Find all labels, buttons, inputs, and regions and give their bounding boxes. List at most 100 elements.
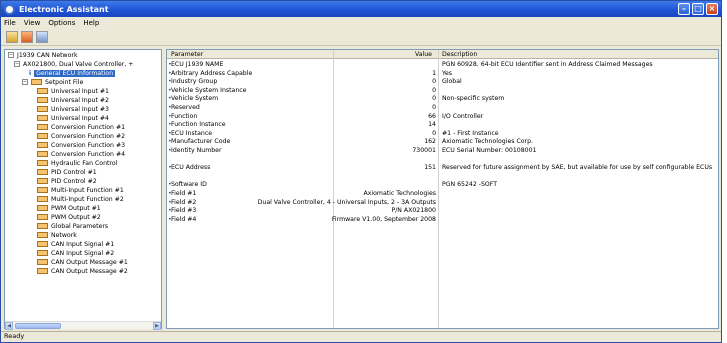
tree-item-label: CAN Output Message #1 xyxy=(51,258,128,266)
description-cell: PGN 65242 -SOFT xyxy=(442,181,498,189)
menu-view[interactable]: View xyxy=(24,19,41,27)
tree-node-setpoint-item[interactable]: PID Control #2 xyxy=(37,177,97,185)
tree-item-label: PWM Output #2 xyxy=(51,213,101,221)
table-row[interactable]: • Field #2 Dual Valve Controller, 4 - Univ… xyxy=(167,198,718,208)
setpoint-icon xyxy=(37,232,48,238)
collapse-icon[interactable]: − xyxy=(8,52,14,58)
title-bar[interactable]: Electronic Assistant – □ × xyxy=(1,1,721,17)
table-row[interactable]: • Software ID PGN 65242 -SOFT xyxy=(167,181,718,190)
value-cell: 0 xyxy=(432,86,436,94)
tree-node-setpoint-item[interactable]: CAN Output Message #1 xyxy=(37,258,128,266)
tree-node-setpoint-item[interactable]: Conversion Function #4 xyxy=(37,150,125,158)
open-icon[interactable] xyxy=(6,30,18,43)
parameter-cell: Reserved xyxy=(171,104,200,111)
tree-node-setpoint-item[interactable]: Universal Input #3 xyxy=(37,105,109,113)
table-row[interactable]: • Vehicle System 0 Non-specific system xyxy=(167,95,718,104)
tree-node-setpoint-item[interactable]: CAN Input Signal #2 xyxy=(37,249,114,257)
setpoint-icon xyxy=(37,151,48,157)
parameter-cell: Software ID xyxy=(171,181,207,189)
tree-item-label: Network xyxy=(51,231,77,239)
menu-file[interactable]: File xyxy=(4,19,16,27)
value-cell: Dual Valve Controller, 4 - Universal Inp… xyxy=(257,198,436,206)
table-row[interactable]: • Field #4 Firmware V1.00, September 2008 xyxy=(167,216,718,225)
table-row[interactable]: • ECU Address 151 Reserved for future assig… xyxy=(167,164,718,173)
description-cell: Non-specific system xyxy=(442,95,505,103)
setpoint-icon xyxy=(37,133,48,139)
minimize-button[interactable]: – xyxy=(678,3,690,15)
table-row[interactable]: • Reserved 0 xyxy=(167,104,718,113)
tree-item-label: PID Control #2 xyxy=(51,177,97,185)
header-description[interactable]: Description xyxy=(442,51,477,58)
header-parameter[interactable]: Parameter xyxy=(171,51,203,58)
collapse-icon[interactable]: − xyxy=(22,79,28,85)
table-row[interactable]: • Function 66 I/O Controller xyxy=(167,112,718,122)
value-cell: 151 xyxy=(424,164,436,172)
network-label: J1939 CAN Network xyxy=(17,51,78,59)
maximize-button[interactable]: □ xyxy=(692,3,704,15)
setpoint-icon xyxy=(37,88,48,94)
collapse-icon[interactable]: − xyxy=(14,61,20,67)
table-row[interactable] xyxy=(167,173,718,182)
table-row[interactable]: • Field #1 Axiomatic Technologies xyxy=(167,190,718,199)
tree-node-setpoint-file[interactable]: − Setpoint File xyxy=(22,78,83,86)
parameter-grid[interactable]: Parameter Value Description • ECU J1939 N… xyxy=(166,49,719,329)
table-row[interactable]: • ECU J1939 NAME PGN 60928. 64-bit ECU Ide… xyxy=(167,61,718,70)
tree-node-network[interactable]: − J1939 CAN Network xyxy=(8,51,78,59)
general-label: General ECU Information xyxy=(34,69,116,77)
print-icon[interactable] xyxy=(36,30,48,43)
table-row[interactable]: • ECU Instance 0 #1 - First Instance xyxy=(167,130,718,139)
save-icon[interactable] xyxy=(21,30,33,43)
tree-node-general[interactable]: i General ECU Information xyxy=(29,69,116,77)
table-row[interactable]: • Arbitrary Address Capable 1 Yes xyxy=(167,70,718,79)
description-cell: I/O Controller xyxy=(442,112,484,120)
tree-node-setpoint-item[interactable]: PWM Output #1 xyxy=(37,204,101,212)
menu-help[interactable]: Help xyxy=(83,19,99,27)
tree-node-setpoint-item[interactable]: CAN Output Message #2 xyxy=(37,267,128,275)
table-row[interactable]: • Function Instance 14 xyxy=(167,121,718,130)
tree-node-setpoint-item[interactable]: Hydraulic Fan Control xyxy=(37,159,117,167)
setpoint-icon xyxy=(37,142,48,148)
setpoint-icon xyxy=(37,259,48,265)
tree-node-setpoint-item[interactable]: Global Parameters xyxy=(37,222,108,230)
tree-node-setpoint-item[interactable]: Universal Input #2 xyxy=(37,96,109,104)
tree-node-setpoint-item[interactable]: Multi-Input Function #1 xyxy=(37,186,124,194)
tree-node-setpoint-item[interactable]: Universal Input #1 xyxy=(37,87,109,95)
scrollbar-thumb[interactable] xyxy=(15,323,61,329)
tree-node-setpoint-item[interactable]: Conversion Function #3 xyxy=(37,141,125,149)
tree-item-label: Universal Input #4 xyxy=(51,114,109,122)
setpoint-label: Setpoint File xyxy=(45,78,84,86)
tree-node-setpoint-item[interactable]: Conversion Function #1 xyxy=(37,123,125,131)
tree-node-setpoint-item[interactable]: PID Control #1 xyxy=(37,168,97,176)
tree-node-setpoint-item[interactable]: Multi-Input Function #2 xyxy=(37,195,124,203)
scroll-left-icon[interactable]: ◀ xyxy=(5,322,13,330)
tree-node-setpoint-item[interactable]: Network xyxy=(37,231,77,239)
tree-node-setpoint-item[interactable]: CAN Input Signal #1 xyxy=(37,240,114,248)
scroll-right-icon[interactable]: ▶ xyxy=(153,322,161,330)
network-tree[interactable]: − J1939 CAN Network − AX021800, Dual Valve… xyxy=(4,49,162,329)
tree-node-controller[interactable]: − AX021800, Dual Valve Controller, + xyxy=(14,60,133,68)
tree-item-label: PWM Output #1 xyxy=(51,204,101,212)
table-row[interactable]: • Field #3 P/N AX021800 xyxy=(167,207,718,216)
table-row[interactable] xyxy=(167,156,718,165)
tree-node-setpoint-item[interactable]: PWM Output #2 xyxy=(37,213,101,221)
setpoint-icon xyxy=(37,250,48,256)
table-row[interactable]: • Industry Group 0 Global xyxy=(167,78,718,87)
setpoint-icon xyxy=(37,124,48,130)
file-icon xyxy=(31,79,42,85)
value-cell: 162 xyxy=(424,138,436,146)
description-cell: PGN 60928. 64-bit ECU Identifier sent in… xyxy=(442,61,653,68)
table-row[interactable]: • Vehicle System Instance 0 xyxy=(167,86,718,96)
setpoint-icon xyxy=(37,268,48,274)
menu-options[interactable]: Options xyxy=(48,19,75,27)
tree-item-label: Conversion Function #1 xyxy=(51,123,126,131)
table-row[interactable]: • Identity Number 730001 ECU Serial Number:… xyxy=(167,147,718,156)
table-row[interactable]: • Manufacturer Code 162 Axiomatic Technolog… xyxy=(167,138,718,147)
window-title: Electronic Assistant xyxy=(19,4,109,14)
tree-node-setpoint-item[interactable]: Conversion Function #2 xyxy=(37,132,125,140)
close-button[interactable]: × xyxy=(706,3,718,15)
app-icon xyxy=(4,3,15,15)
parameter-cell: Function xyxy=(171,112,198,120)
tree-node-setpoint-item[interactable]: Universal Input #4 xyxy=(37,114,109,122)
header-value[interactable]: Value xyxy=(415,51,432,58)
tree-horizontal-scrollbar[interactable]: ◀ ▶ xyxy=(5,321,161,330)
